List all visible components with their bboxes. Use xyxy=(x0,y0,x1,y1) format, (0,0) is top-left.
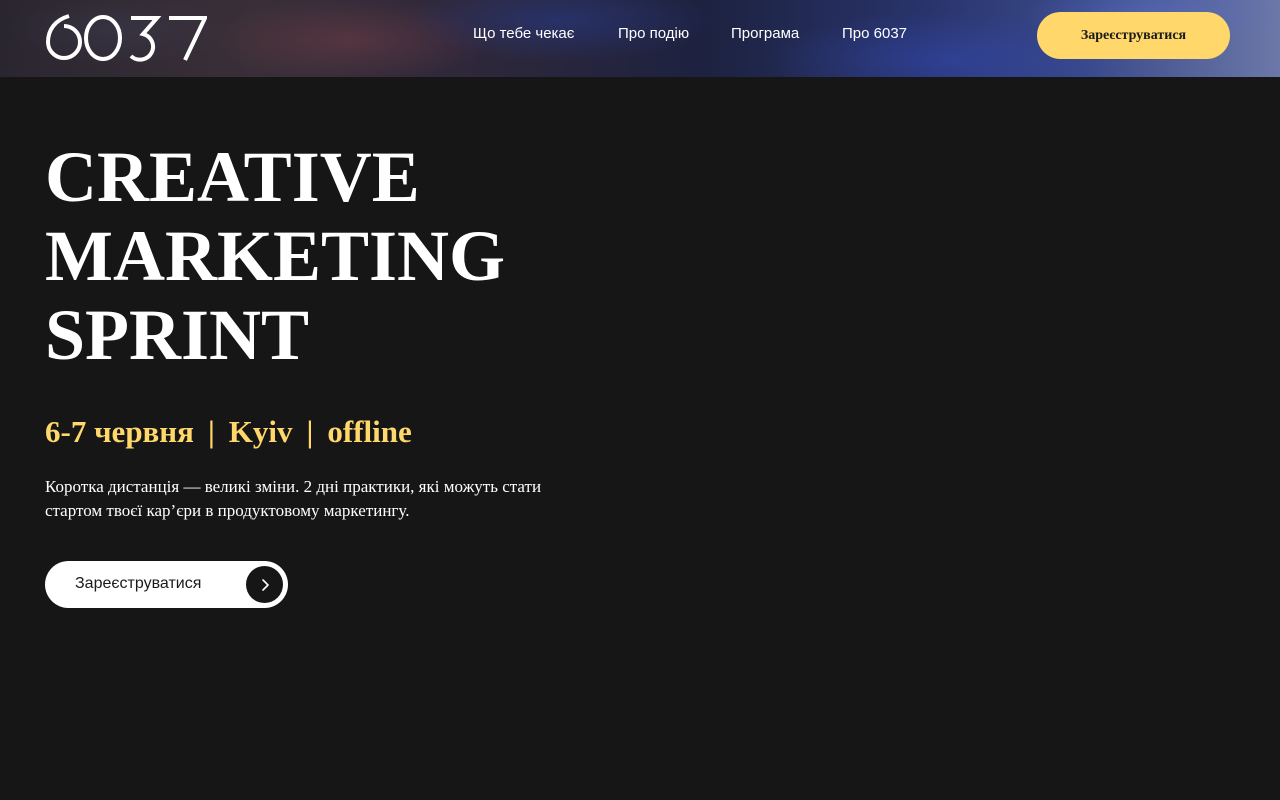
hero-title-line: SPRINT xyxy=(45,295,310,375)
chevron-right-icon xyxy=(246,566,283,603)
nav-item-about-6037[interactable]: Про 6037 xyxy=(842,25,907,42)
hero-title: CREATIVE MARKETING SPRINT xyxy=(45,138,605,375)
hero-title-line: MARKETING xyxy=(45,216,506,296)
meta-separator: | xyxy=(306,414,314,449)
hero-description: Коротка дистанція — великі зміни. 2 дні … xyxy=(45,477,542,520)
nav-item-about-event[interactable]: Про подію xyxy=(618,25,689,42)
logo-mark-icon xyxy=(45,14,209,62)
event-meta: 6-7 червня | Kyiv | offline xyxy=(45,414,412,450)
register-button-label: Зареєструватися xyxy=(75,575,202,592)
event-dates: 6-7 червня xyxy=(45,414,194,449)
site-header: Що тебе чекає Про подію Програма Про 603… xyxy=(0,0,1280,77)
hero-register-button[interactable]: Зареєструватися xyxy=(45,561,288,608)
event-city: Kyiv xyxy=(228,414,293,449)
hero-title-line: CREATIVE xyxy=(45,137,420,217)
logo-6037[interactable] xyxy=(45,12,209,62)
meta-separator: | xyxy=(207,414,215,449)
nav-item-what-awaits[interactable]: Що тебе чекає xyxy=(473,25,574,42)
nav-item-program[interactable]: Програма xyxy=(731,25,799,42)
header-register-button[interactable]: Зареєструватися xyxy=(1037,12,1230,59)
event-format: offline xyxy=(327,414,412,449)
